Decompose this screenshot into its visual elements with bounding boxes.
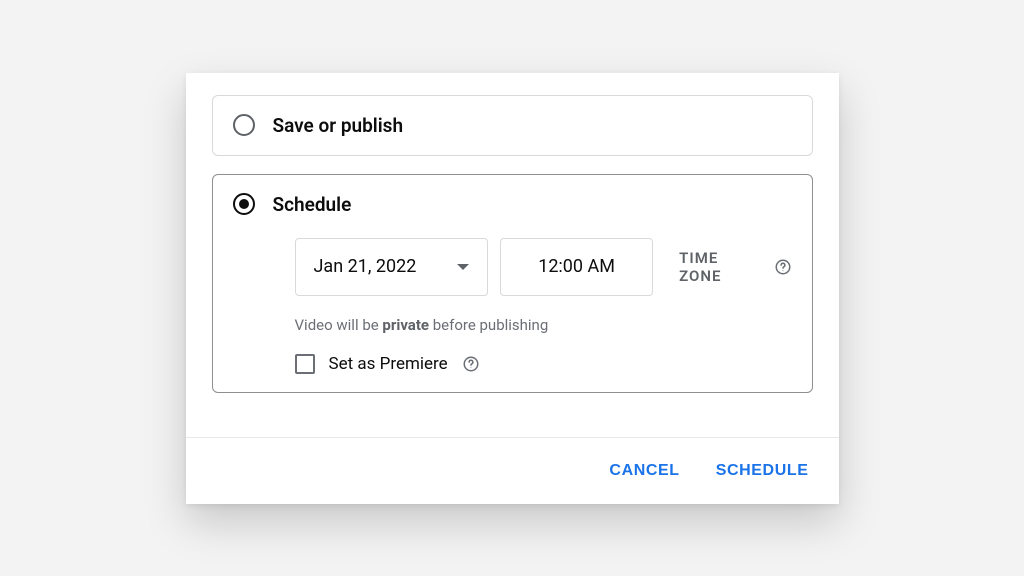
option-title: Schedule — [273, 193, 352, 216]
schedule-dialog: Save or publish Schedule Jan 21, 2022 12… — [186, 73, 839, 504]
radio-icon — [233, 114, 255, 136]
radio-icon — [233, 193, 255, 215]
note-prefix: Video will be — [295, 316, 383, 334]
timezone-button[interactable]: TIME ZONE — [679, 249, 791, 285]
dialog-footer: CANCEL SCHEDULE — [186, 437, 839, 504]
note-suffix: before publishing — [429, 316, 548, 334]
option-header[interactable]: Schedule — [233, 193, 792, 216]
time-value: 12:00 AM — [538, 256, 615, 277]
time-picker[interactable]: 12:00 AM — [500, 238, 653, 296]
privacy-note: Video will be private before publishing — [295, 316, 792, 334]
help-icon — [462, 355, 480, 373]
option-save-or-publish[interactable]: Save or publish — [212, 95, 813, 156]
option-header[interactable]: Save or publish — [233, 114, 792, 137]
date-picker[interactable]: Jan 21, 2022 — [295, 238, 489, 296]
dialog-content: Save or publish Schedule Jan 21, 2022 12… — [186, 73, 839, 437]
note-bold: private — [382, 316, 429, 334]
timezone-label: TIME ZONE — [679, 249, 763, 285]
schedule-button[interactable]: SCHEDULE — [712, 456, 813, 486]
premiere-label: Set as Premiere — [329, 354, 448, 374]
help-icon — [774, 258, 792, 276]
option-title: Save or publish — [273, 114, 404, 137]
schedule-body: Jan 21, 2022 12:00 AM TIME ZONE — [233, 216, 792, 374]
chevron-down-icon — [457, 264, 469, 270]
date-value: Jan 21, 2022 — [314, 256, 417, 277]
option-schedule[interactable]: Schedule Jan 21, 2022 12:00 AM TIME ZONE — [212, 174, 813, 393]
checkbox-icon — [295, 354, 315, 374]
set-as-premiere[interactable]: Set as Premiere — [295, 354, 792, 374]
datetime-row: Jan 21, 2022 12:00 AM TIME ZONE — [295, 238, 792, 296]
radio-dot-icon — [239, 199, 249, 209]
cancel-button[interactable]: CANCEL — [605, 456, 683, 486]
